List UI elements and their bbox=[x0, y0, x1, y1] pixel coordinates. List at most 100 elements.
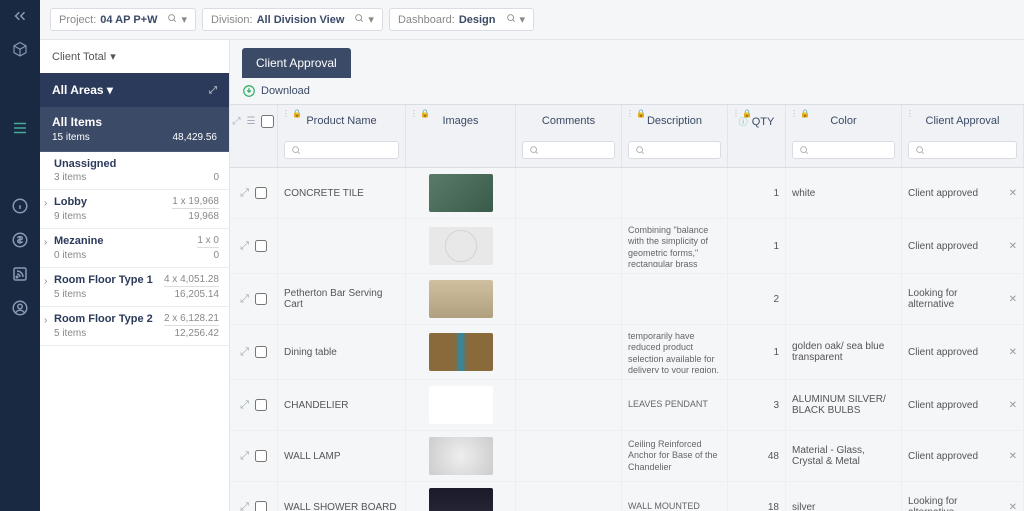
project-selector[interactable]: Project: 04 AP P+W ▾ bbox=[50, 8, 196, 31]
area-name: Mezanine bbox=[54, 235, 104, 247]
cell-description: Ceiling Reinforced Anchor for Base of th… bbox=[622, 431, 728, 481]
user-icon[interactable] bbox=[10, 298, 30, 318]
col-comments-header[interactable]: Comments bbox=[542, 115, 595, 127]
area-row[interactable]: Room Floor Type 14 x 4,051.285 items16,2… bbox=[40, 268, 229, 307]
area-row[interactable]: Lobby1 x 19,9689 items19,968 bbox=[40, 190, 229, 229]
cell-image[interactable] bbox=[406, 482, 516, 511]
feed-icon[interactable] bbox=[10, 264, 30, 284]
expand-icon[interactable]: ⤢ bbox=[240, 187, 249, 200]
collapse-icon[interactable] bbox=[10, 6, 30, 26]
close-icon[interactable]: ✕ bbox=[1009, 188, 1017, 199]
cell-approval[interactable]: Client approved✕ bbox=[902, 431, 1024, 481]
area-name: Room Floor Type 2 bbox=[54, 313, 153, 325]
chevron-down-icon: ▾ bbox=[110, 50, 116, 63]
cell-approval[interactable]: Client approved✕ bbox=[902, 219, 1024, 273]
expand-icon[interactable]: ⤢ bbox=[240, 293, 249, 306]
col-images-header[interactable]: Images bbox=[442, 115, 478, 127]
tree-icon[interactable]: ☰ bbox=[247, 116, 256, 127]
dollar-icon[interactable] bbox=[10, 230, 30, 250]
cell-description: WALL MOUNTED bbox=[622, 482, 728, 511]
tab-client-approval[interactable]: Client Approval bbox=[242, 48, 351, 78]
table-row: ⤢CONCRETE TILE1whiteClient approved✕ bbox=[230, 168, 1024, 219]
client-total-dropdown[interactable]: Client Total ▾ bbox=[40, 40, 229, 73]
filter-approval[interactable] bbox=[908, 141, 1017, 159]
expand-icon[interactable]: ⤢ bbox=[240, 501, 249, 511]
table-row: ⤢WALL SHOWER BOARDWALL MOUNTED18silverLo… bbox=[230, 482, 1024, 511]
cell-image[interactable] bbox=[406, 274, 516, 324]
all-areas-header[interactable]: All Areas ▾ ⤢ bbox=[40, 73, 229, 107]
cell-image[interactable] bbox=[406, 380, 516, 430]
filter-color[interactable] bbox=[792, 141, 895, 159]
cell-approval[interactable]: Client approved✕ bbox=[902, 380, 1024, 430]
col-qty-header[interactable]: QTY bbox=[752, 116, 775, 128]
cell-image[interactable] bbox=[406, 219, 516, 273]
table-row: ⤢CHANDELIERLEAVES PENDANT3ALUMINUM SILVE… bbox=[230, 380, 1024, 431]
division-value: All Division View bbox=[257, 14, 345, 26]
row-checkbox[interactable] bbox=[255, 501, 267, 511]
col-name-header[interactable]: Product Name bbox=[306, 115, 376, 127]
col-color-header[interactable]: Color bbox=[830, 115, 856, 127]
area-count: 0 items bbox=[54, 250, 86, 261]
close-icon[interactable]: ✕ bbox=[1009, 241, 1017, 252]
sidebar: Client Total ▾ All Areas ▾ ⤢ All Items 1… bbox=[40, 40, 230, 511]
expand-icon[interactable]: ⤢ bbox=[240, 240, 249, 253]
cell-image[interactable] bbox=[406, 431, 516, 481]
cell-approval[interactable]: Client approved✕ bbox=[902, 325, 1024, 379]
row-checkbox[interactable] bbox=[255, 293, 267, 305]
cell-qty: 2 bbox=[728, 274, 786, 324]
row-checkbox[interactable] bbox=[255, 240, 267, 252]
download-label: Download bbox=[261, 85, 310, 97]
table-row: ⤢Petherton Bar Serving Cart2Looking for … bbox=[230, 274, 1024, 325]
cell-color: white bbox=[786, 168, 902, 218]
all-items-title: All Items bbox=[52, 115, 217, 129]
row-checkbox[interactable] bbox=[255, 399, 267, 411]
cell-comments bbox=[516, 380, 622, 430]
dashboard-selector[interactable]: Dashboard: Design ▾ bbox=[389, 8, 534, 31]
close-icon[interactable]: ✕ bbox=[1009, 294, 1017, 305]
cell-comments bbox=[516, 482, 622, 511]
row-checkbox[interactable] bbox=[255, 450, 267, 462]
close-icon[interactable]: ✕ bbox=[1009, 400, 1017, 411]
cell-color: silver bbox=[786, 482, 902, 511]
expand-all-icon[interactable]: ⤢ bbox=[233, 116, 241, 127]
close-icon[interactable]: ✕ bbox=[1009, 502, 1017, 511]
select-all-checkbox[interactable] bbox=[261, 115, 274, 128]
cell-approval[interactable]: Looking for alternative✕ bbox=[902, 274, 1024, 324]
cell-comments bbox=[516, 274, 622, 324]
area-row[interactable]: Mezanine1 x 00 items0 bbox=[40, 229, 229, 268]
dashboard-value: Design bbox=[459, 14, 496, 26]
search-icon bbox=[354, 13, 364, 23]
cell-name: WALL SHOWER BOARD bbox=[278, 482, 406, 511]
right-pane: Client Approval Download ⤢ ☰ bbox=[230, 40, 1024, 511]
filter-name[interactable] bbox=[284, 141, 399, 159]
expand-icon[interactable]: ⤢ bbox=[240, 399, 249, 412]
row-checkbox[interactable] bbox=[255, 187, 267, 199]
close-icon[interactable]: ✕ bbox=[1009, 451, 1017, 462]
grid: ⤢ ☰ ⋮ 🔒Product Name ⋮ 🔒Images bbox=[230, 104, 1024, 511]
close-icon[interactable]: ✕ bbox=[1009, 347, 1017, 358]
col-approval-header[interactable]: Client Approval bbox=[926, 115, 1000, 127]
expand-icon[interactable]: ⤢ bbox=[240, 450, 249, 463]
area-row[interactable]: Unassigned3 items0 bbox=[40, 152, 229, 190]
area-count: 9 items bbox=[54, 211, 86, 222]
cell-approval[interactable]: Client approved✕ bbox=[902, 168, 1024, 218]
cell-image[interactable] bbox=[406, 325, 516, 379]
info-icon[interactable] bbox=[10, 196, 30, 216]
cell-name: CONCRETE TILE bbox=[278, 168, 406, 218]
expand-icon[interactable]: ⤢ bbox=[209, 85, 217, 96]
cell-description: LEAVES PENDANT bbox=[622, 380, 728, 430]
expand-icon[interactable]: ⤢ bbox=[240, 346, 249, 359]
filter-desc[interactable] bbox=[628, 141, 721, 159]
division-selector[interactable]: Division: All Division View ▾ bbox=[202, 8, 383, 31]
menu-icon[interactable] bbox=[10, 118, 30, 138]
all-items-row[interactable]: All Items 15 items 48,429.56 bbox=[40, 107, 229, 152]
area-row[interactable]: Room Floor Type 22 x 6,128.215 items12,2… bbox=[40, 307, 229, 346]
download-button[interactable]: Download bbox=[230, 78, 1024, 104]
row-checkbox[interactable] bbox=[255, 346, 267, 358]
filter-comments[interactable] bbox=[522, 141, 615, 159]
grid-header: ⤢ ☰ ⋮ 🔒Product Name ⋮ 🔒Images bbox=[230, 104, 1024, 168]
cell-color: golden oak/ sea blue transparent bbox=[786, 325, 902, 379]
cell-approval[interactable]: Looking for alternative✕ bbox=[902, 482, 1024, 511]
cell-image[interactable] bbox=[406, 168, 516, 218]
col-desc-header[interactable]: Description bbox=[647, 115, 702, 127]
